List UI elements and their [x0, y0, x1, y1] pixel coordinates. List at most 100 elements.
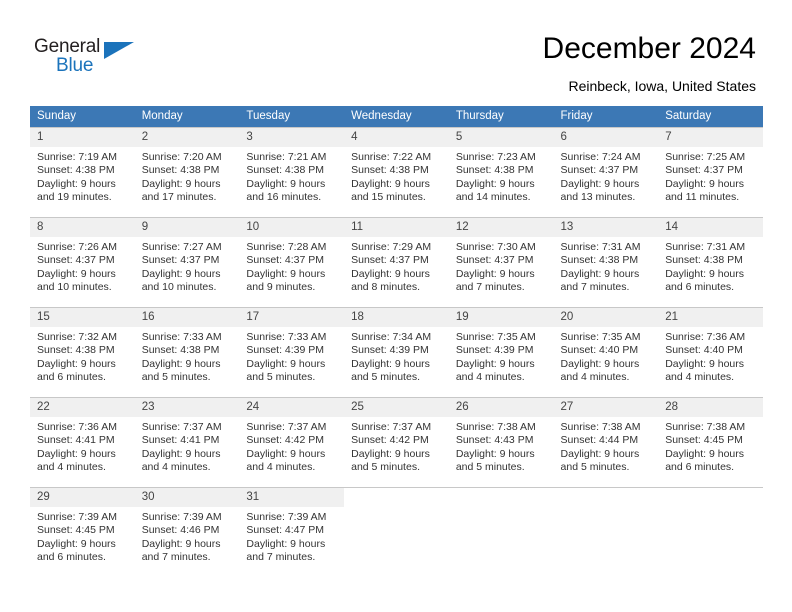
sunset-time: Sunset: 4:37 PM: [37, 254, 115, 267]
day-cell[interactable]: 31 Sunrise: 7:39 AM Sunset: 4:47 PM Dayl…: [239, 487, 345, 577]
day-number: 28: [658, 398, 763, 417]
day-cell[interactable]: 7 Sunrise: 7:25 AM Sunset: 4:37 PM Dayli…: [658, 127, 763, 218]
day-cell[interactable]: 3 Sunrise: 7:21 AM Sunset: 4:38 PM Dayli…: [239, 127, 345, 218]
day-number: 3: [239, 128, 345, 147]
daylight-duration-line2: and 16 minutes.: [246, 190, 322, 203]
day-number: 30: [134, 488, 240, 507]
page-title: December 2024: [542, 32, 756, 65]
day-cell[interactable]: 23 Sunrise: 7:37 AM Sunset: 4:41 PM Dayl…: [134, 397, 240, 488]
daylight-duration-line1: Daylight: 9 hours: [560, 447, 640, 460]
logo-triangle-icon: [104, 42, 134, 59]
day-number: 21: [658, 308, 763, 327]
day-cell[interactable]: 4 Sunrise: 7:22 AM Sunset: 4:38 PM Dayli…: [344, 127, 449, 218]
daylight-duration-line2: and 4 minutes.: [455, 370, 525, 383]
sunrise-time: Sunrise: 7:25 AM: [665, 151, 746, 163]
daylight-duration-line1: Daylight: 9 hours: [37, 177, 116, 190]
daylight-duration-line2: and 19 minutes.: [37, 190, 112, 203]
calendar-week-row: 15 Sunrise: 7:32 AM Sunset: 4:38 PM Dayl…: [30, 307, 763, 398]
day-cell[interactable]: 9 Sunrise: 7:27 AM Sunset: 4:37 PM Dayli…: [134, 217, 240, 308]
day-cell[interactable]: 6 Sunrise: 7:24 AM Sunset: 4:37 PM Dayli…: [553, 127, 659, 218]
day-details: Sunrise: 7:33 AM Sunset: 4:38 PM Dayligh…: [135, 327, 240, 384]
sunrise-time: Sunrise: 7:31 AM: [560, 241, 641, 253]
sunset-time: Sunset: 4:42 PM: [246, 434, 325, 447]
day-cell[interactable]: 15 Sunrise: 7:32 AM Sunset: 4:38 PM Dayl…: [30, 307, 135, 398]
day-cell[interactable]: 12 Sunrise: 7:30 AM Sunset: 4:37 PM Dayl…: [448, 217, 554, 308]
day-number: 26: [448, 398, 554, 417]
sunset-time: Sunset: 4:38 PM: [37, 164, 115, 177]
day-cell[interactable]: 17 Sunrise: 7:33 AM Sunset: 4:39 PM Dayl…: [239, 307, 345, 398]
daylight-duration-line2: and 13 minutes.: [560, 190, 636, 203]
day-cell[interactable]: 30 Sunrise: 7:39 AM Sunset: 4:46 PM Dayl…: [134, 487, 240, 577]
day-cell[interactable]: 24 Sunrise: 7:37 AM Sunset: 4:42 PM Dayl…: [239, 397, 345, 488]
day-cell[interactable]: 22 Sunrise: 7:36 AM Sunset: 4:41 PM Dayl…: [30, 397, 135, 488]
day-details: Sunrise: 7:23 AM Sunset: 4:38 PM Dayligh…: [449, 147, 554, 204]
day-number: 15: [30, 308, 135, 327]
day-details: Sunrise: 7:37 AM Sunset: 4:42 PM Dayligh…: [344, 417, 449, 474]
weekday-header-row: Sunday Monday Tuesday Wednesday Thursday…: [30, 106, 763, 128]
day-cell[interactable]: 10 Sunrise: 7:28 AM Sunset: 4:37 PM Dayl…: [239, 217, 345, 308]
weekday-header-tuesday: Tuesday: [239, 106, 345, 128]
day-number: 10: [239, 218, 345, 237]
day-number: 31: [239, 488, 345, 507]
daylight-duration-line1: Daylight: 9 hours: [246, 537, 326, 550]
day-details: Sunrise: 7:26 AM Sunset: 4:37 PM Dayligh…: [30, 237, 135, 294]
sunset-time: Sunset: 4:40 PM: [560, 344, 639, 357]
sunrise-time: Sunrise: 7:26 AM: [37, 241, 117, 253]
daylight-duration-line1: Daylight: 9 hours: [37, 357, 116, 370]
sunrise-time: Sunrise: 7:33 AM: [246, 331, 327, 343]
day-cell[interactable]: 28 Sunrise: 7:38 AM Sunset: 4:45 PM Dayl…: [658, 397, 763, 488]
day-cell-empty: [448, 487, 554, 577]
day-number: 22: [30, 398, 135, 417]
day-cell[interactable]: 8 Sunrise: 7:26 AM Sunset: 4:37 PM Dayli…: [30, 217, 135, 308]
day-number: [448, 488, 554, 507]
daylight-duration-line2: and 7 minutes.: [560, 280, 630, 293]
daylight-duration-line2: and 4 minutes.: [560, 370, 630, 383]
day-cell[interactable]: 25 Sunrise: 7:37 AM Sunset: 4:42 PM Dayl…: [344, 397, 449, 488]
day-cell[interactable]: 29 Sunrise: 7:39 AM Sunset: 4:45 PM Dayl…: [30, 487, 135, 577]
sunset-time: Sunset: 4:42 PM: [351, 434, 429, 447]
day-details: Sunrise: 7:20 AM Sunset: 4:38 PM Dayligh…: [135, 147, 240, 204]
day-cell[interactable]: 27 Sunrise: 7:38 AM Sunset: 4:44 PM Dayl…: [553, 397, 659, 488]
generalblue-logo[interactable]: General Blue: [34, 36, 154, 80]
day-cell[interactable]: 19 Sunrise: 7:35 AM Sunset: 4:39 PM Dayl…: [448, 307, 554, 398]
day-cell[interactable]: 18 Sunrise: 7:34 AM Sunset: 4:39 PM Dayl…: [344, 307, 449, 398]
daylight-duration-line2: and 7 minutes.: [246, 550, 316, 563]
calendar-week-row: 1 Sunrise: 7:19 AM Sunset: 4:38 PM Dayli…: [30, 127, 763, 218]
day-details: Sunrise: 7:38 AM Sunset: 4:45 PM Dayligh…: [658, 417, 763, 474]
day-number: 17: [239, 308, 345, 327]
day-cell[interactable]: 14 Sunrise: 7:31 AM Sunset: 4:38 PM Dayl…: [658, 217, 763, 308]
daylight-duration-line2: and 15 minutes.: [351, 190, 426, 203]
day-cell[interactable]: 26 Sunrise: 7:38 AM Sunset: 4:43 PM Dayl…: [448, 397, 554, 488]
sunset-time: Sunset: 4:37 PM: [351, 254, 429, 267]
daylight-duration-line1: Daylight: 9 hours: [246, 267, 326, 280]
day-number: [344, 488, 449, 507]
sunset-time: Sunset: 4:46 PM: [141, 524, 220, 537]
day-cell[interactable]: 20 Sunrise: 7:35 AM Sunset: 4:40 PM Dayl…: [553, 307, 659, 398]
day-cell[interactable]: 13 Sunrise: 7:31 AM Sunset: 4:38 PM Dayl…: [553, 217, 659, 308]
sunrise-time: Sunrise: 7:38 AM: [665, 421, 746, 433]
day-details: Sunrise: 7:36 AM Sunset: 4:40 PM Dayligh…: [658, 327, 763, 384]
sunrise-time: Sunrise: 7:38 AM: [560, 421, 641, 433]
sunrise-time: Sunrise: 7:21 AM: [246, 151, 327, 163]
day-number: 24: [239, 398, 345, 417]
sunrise-time: Sunrise: 7:28 AM: [246, 241, 327, 253]
day-cell[interactable]: 21 Sunrise: 7:36 AM Sunset: 4:40 PM Dayl…: [658, 307, 763, 398]
day-cell[interactable]: 5 Sunrise: 7:23 AM Sunset: 4:38 PM Dayli…: [448, 127, 554, 218]
sunrise-time: Sunrise: 7:38 AM: [455, 421, 536, 433]
day-cell[interactable]: 16 Sunrise: 7:33 AM Sunset: 4:38 PM Dayl…: [134, 307, 240, 398]
daylight-duration-line2: and 6 minutes.: [37, 550, 106, 563]
day-details: Sunrise: 7:36 AM Sunset: 4:41 PM Dayligh…: [30, 417, 135, 474]
weekday-header-monday: Monday: [134, 106, 240, 128]
day-cell[interactable]: 2 Sunrise: 7:20 AM Sunset: 4:38 PM Dayli…: [134, 127, 240, 218]
sunset-time: Sunset: 4:41 PM: [141, 434, 220, 447]
day-number: 29: [30, 488, 135, 507]
day-cell[interactable]: 1 Sunrise: 7:19 AM Sunset: 4:38 PM Dayli…: [30, 127, 135, 218]
daylight-duration-line2: and 5 minutes.: [246, 370, 316, 383]
daylight-duration-line1: Daylight: 9 hours: [141, 537, 221, 550]
daylight-duration-line1: Daylight: 9 hours: [560, 267, 640, 280]
day-details: Sunrise: 7:37 AM Sunset: 4:42 PM Dayligh…: [239, 417, 344, 474]
day-details: Sunrise: 7:21 AM Sunset: 4:38 PM Dayligh…: [239, 147, 344, 204]
day-number: 25: [344, 398, 449, 417]
daylight-duration-line1: Daylight: 9 hours: [665, 177, 745, 190]
day-cell[interactable]: 11 Sunrise: 7:29 AM Sunset: 4:37 PM Dayl…: [344, 217, 449, 308]
